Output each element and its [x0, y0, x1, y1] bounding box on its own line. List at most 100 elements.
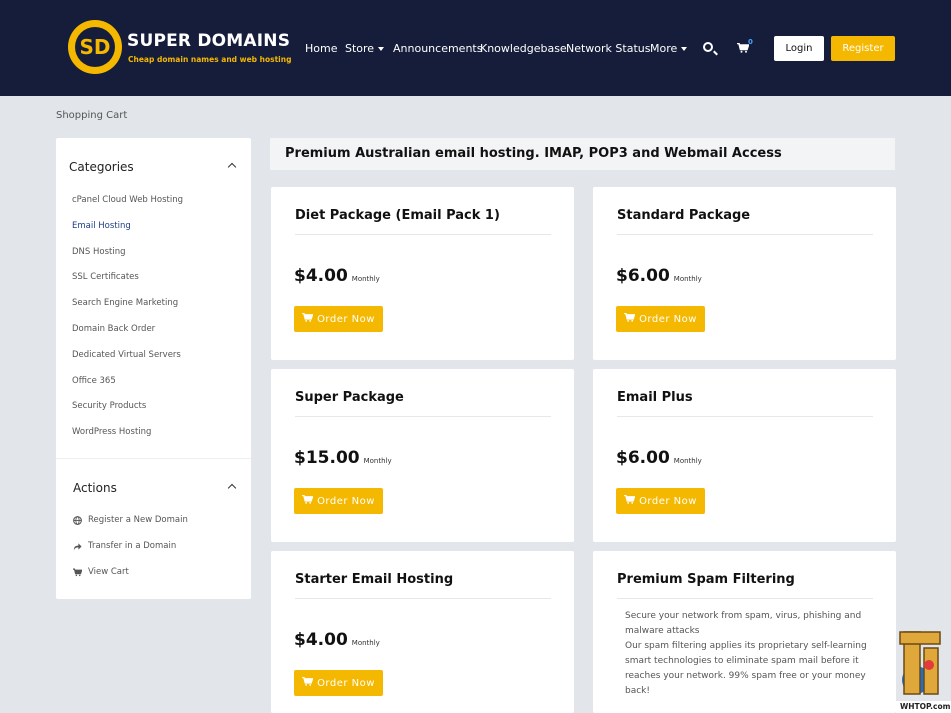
order-now-button[interactable]: Order Now [294, 670, 383, 696]
price-value: $6.00 [616, 266, 670, 286]
cart-icon[interactable] [737, 43, 749, 53]
sidebar-item-ssl-certificates[interactable]: SSL Certificates [72, 272, 139, 282]
sidebar-item-domain-back-order[interactable]: Domain Back Order [72, 324, 155, 334]
product-name: Super Package [295, 390, 404, 405]
product-card: Super Package $15.00 Monthly Order Now [271, 369, 574, 542]
actions-title[interactable]: Actions [73, 481, 117, 495]
logo-tagline: Cheap domain names and web hosting [128, 55, 292, 64]
sidebar-item-office-365[interactable]: Office 365 [72, 376, 116, 386]
logo-title[interactable]: SUPER DOMAINS [127, 31, 290, 51]
watermark-text: WHTOP.com [900, 702, 951, 711]
sidebar-item-cpanel-cloud-web-hosting[interactable]: cPanel Cloud Web Hosting [72, 195, 183, 205]
product-price: $6.00 Monthly [616, 448, 702, 468]
cart-icon [73, 568, 83, 577]
cart-icon [302, 312, 314, 325]
billing-period: Monthly [673, 275, 702, 283]
product-description: Secure your network from spam, virus, ph… [625, 609, 875, 699]
divider [617, 416, 873, 417]
order-label: Order Now [317, 313, 375, 325]
logo-letters: SD [75, 27, 115, 67]
sidebar-item-email-hosting[interactable]: Email Hosting [72, 221, 131, 231]
page-heading-bar: Premium Australian email hosting. IMAP, … [270, 138, 895, 170]
product-card: Diet Package (Email Pack 1) $4.00 Monthly… [271, 187, 574, 360]
search-icon[interactable] [703, 42, 713, 52]
description-line: Secure your network from spam, virus, ph… [625, 611, 862, 636]
globe-icon [73, 515, 82, 525]
product-name: Email Plus [617, 390, 693, 405]
price-value: $4.00 [294, 266, 348, 286]
divider [617, 234, 873, 235]
chevron-up-icon[interactable] [227, 162, 237, 172]
product-name: Standard Package [617, 208, 751, 223]
chevron-down-icon [378, 47, 385, 51]
order-now-button[interactable]: Order Now [294, 488, 383, 514]
billing-period: Monthly [351, 275, 380, 283]
nav-network-status[interactable]: Network Status [566, 42, 650, 55]
sidebar-item-security-products[interactable]: Security Products [72, 401, 146, 411]
order-label: Order Now [639, 495, 697, 507]
billing-period: Monthly [351, 639, 380, 647]
chevron-up-icon[interactable] [227, 483, 237, 493]
billing-period: Monthly [673, 457, 702, 465]
action-label: View Cart [88, 567, 129, 577]
nav-more[interactable]: More [650, 42, 688, 55]
sidebar-item-dedicated-virtual-servers[interactable]: Dedicated Virtual Servers [72, 350, 181, 360]
cart-icon [302, 676, 314, 689]
order-label: Order Now [639, 313, 697, 325]
nav-store-label: Store [345, 42, 375, 55]
sidebar-item-search-engine-marketing[interactable]: Search Engine Marketing [72, 298, 178, 308]
product-card: Standard Package $6.00 Monthly Order Now [593, 187, 896, 360]
order-now-button[interactable]: Order Now [616, 488, 705, 514]
product-name: Starter Email Hosting [295, 572, 454, 587]
product-price: $15.00 Monthly [294, 448, 392, 468]
action-register-domain[interactable]: Register a New Domain [73, 515, 188, 525]
page-title: Premium Australian email hosting. IMAP, … [285, 146, 782, 161]
site-header: SD SUPER DOMAINS Cheap domain names and … [0, 0, 951, 96]
product-price: $6.00 Monthly [616, 266, 702, 286]
nav-knowledgebase[interactable]: Knowledgebase [480, 42, 567, 55]
sidebar-item-dns-hosting[interactable]: DNS Hosting [72, 247, 126, 257]
order-now-button[interactable]: Order Now [616, 306, 705, 332]
whtop-watermark: WHTOP.com [896, 630, 951, 713]
divider [617, 598, 873, 599]
cart-icon [302, 494, 314, 507]
logo-icon[interactable]: SD [68, 20, 122, 74]
register-button[interactable]: Register [831, 36, 895, 61]
sidebar: Categories cPanel Cloud Web Hosting Emai… [56, 138, 251, 599]
chevron-down-icon [681, 47, 688, 51]
categories-title[interactable]: Categories [69, 160, 134, 174]
order-label: Order Now [317, 677, 375, 689]
sidebar-item-wordpress-hosting[interactable]: WordPress Hosting [72, 427, 151, 437]
action-label: Transfer in a Domain [88, 541, 177, 551]
description-line: Our spam filtering applies its proprieta… [625, 641, 867, 696]
cart-icon [624, 494, 636, 507]
order-now-button[interactable]: Order Now [294, 306, 383, 332]
product-name: Diet Package (Email Pack 1) [295, 208, 500, 223]
divider [295, 416, 551, 417]
cart-count-badge: 0 [748, 38, 753, 46]
product-card: Premium Spam Filtering Secure your netwo… [593, 551, 896, 713]
product-price: $4.00 Monthly [294, 266, 380, 286]
share-icon [73, 542, 82, 551]
action-label: Register a New Domain [88, 515, 188, 525]
action-transfer-domain[interactable]: Transfer in a Domain [73, 541, 176, 551]
breadcrumb[interactable]: Shopping Cart [56, 110, 127, 121]
nav-home[interactable]: Home [305, 42, 337, 55]
product-name: Premium Spam Filtering [617, 572, 795, 587]
cart-icon [624, 312, 636, 325]
nav-announcements[interactable]: Announcements [393, 42, 482, 55]
divider [295, 598, 551, 599]
product-card: Starter Email Hosting $4.00 Monthly Order… [271, 551, 574, 713]
login-button[interactable]: Login [774, 36, 824, 61]
billing-period: Monthly [363, 457, 392, 465]
order-label: Order Now [317, 495, 375, 507]
nav-store[interactable]: Store [345, 42, 385, 55]
sidebar-divider [56, 458, 251, 459]
price-value: $6.00 [616, 448, 670, 468]
price-value: $4.00 [294, 630, 348, 650]
action-view-cart[interactable]: View Cart [73, 567, 129, 577]
product-price: $4.00 Monthly [294, 630, 380, 650]
product-card: Email Plus $6.00 Monthly Order Now [593, 369, 896, 542]
nav-more-label: More [650, 42, 678, 55]
price-value: $15.00 [294, 448, 360, 468]
